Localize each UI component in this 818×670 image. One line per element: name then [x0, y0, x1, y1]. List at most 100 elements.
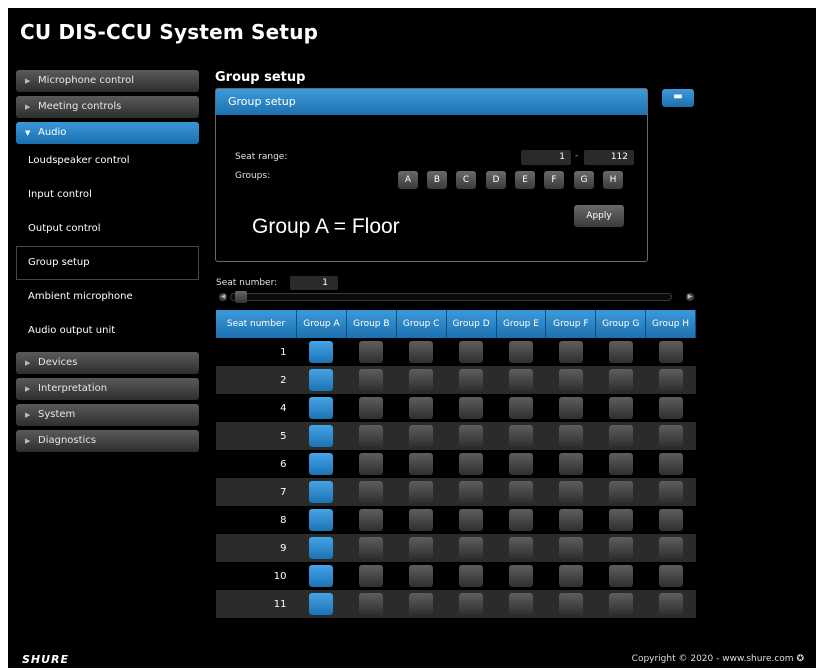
group-c-toggle[interactable]: [409, 537, 434, 559]
group-button-d[interactable]: D: [486, 171, 506, 189]
group-d-toggle[interactable]: [459, 593, 484, 615]
group-b-toggle[interactable]: [359, 537, 384, 559]
group-a-toggle[interactable]: [309, 537, 334, 559]
group-e-toggle[interactable]: [508, 369, 533, 391]
group-c-toggle[interactable]: [409, 341, 434, 363]
slider-right-icon[interactable]: ▶: [686, 293, 694, 301]
group-f-toggle[interactable]: [558, 565, 583, 587]
nav-item-devices[interactable]: ▶ Devices: [16, 352, 199, 374]
group-f-toggle[interactable]: [558, 369, 583, 391]
group-f-toggle[interactable]: [558, 453, 583, 475]
group-button-f[interactable]: F: [544, 171, 564, 189]
group-c-toggle[interactable]: [409, 453, 434, 475]
nav-item-meeting-controls[interactable]: ▶ Meeting controls: [16, 96, 199, 118]
group-c-toggle[interactable]: [409, 593, 434, 615]
group-f-toggle[interactable]: [558, 593, 583, 615]
group-c-toggle[interactable]: [409, 397, 434, 419]
group-b-toggle[interactable]: [359, 425, 384, 447]
group-b-toggle[interactable]: [359, 509, 384, 531]
group-c-toggle[interactable]: [409, 509, 434, 531]
nav-item-audio[interactable]: ▼ Audio: [16, 122, 199, 144]
nav-item-diagnostics[interactable]: ▶ Diagnostics: [16, 430, 199, 452]
group-d-toggle[interactable]: [459, 397, 484, 419]
group-g-toggle[interactable]: [608, 509, 633, 531]
group-g-toggle[interactable]: [608, 593, 633, 615]
group-button-g[interactable]: G: [574, 171, 594, 189]
group-c-toggle[interactable]: [409, 425, 434, 447]
collapse-button[interactable]: ▬: [662, 89, 694, 107]
nav-item-microphone-control[interactable]: ▶ Microphone control: [16, 70, 199, 92]
group-e-toggle[interactable]: [508, 565, 533, 587]
settings-icon[interactable]: ✪: [796, 654, 804, 664]
group-a-toggle[interactable]: [309, 593, 334, 615]
group-d-toggle[interactable]: [459, 369, 484, 391]
group-a-toggle[interactable]: [309, 481, 334, 503]
group-d-toggle[interactable]: [459, 481, 484, 503]
seat-number-input[interactable]: 1: [290, 276, 338, 290]
group-button-h[interactable]: H: [603, 171, 623, 189]
group-d-toggle[interactable]: [459, 425, 484, 447]
slider-left-icon[interactable]: ◀: [219, 293, 227, 301]
group-h-toggle[interactable]: [658, 369, 683, 391]
group-h-toggle[interactable]: [658, 593, 683, 615]
group-a-toggle[interactable]: [309, 341, 334, 363]
group-g-toggle[interactable]: [608, 397, 633, 419]
group-h-toggle[interactable]: [658, 509, 683, 531]
group-h-toggle[interactable]: [658, 565, 683, 587]
group-d-toggle[interactable]: [459, 509, 484, 531]
group-e-toggle[interactable]: [508, 509, 533, 531]
group-f-toggle[interactable]: [558, 509, 583, 531]
group-d-toggle[interactable]: [459, 341, 484, 363]
group-button-a[interactable]: A: [398, 171, 418, 189]
group-g-toggle[interactable]: [608, 369, 633, 391]
nav-item-interpretation[interactable]: ▶ Interpretation: [16, 378, 199, 400]
seat-slider-thumb[interactable]: [235, 291, 247, 303]
group-e-toggle[interactable]: [508, 397, 533, 419]
group-g-toggle[interactable]: [608, 341, 633, 363]
seat-range-to-input[interactable]: 112: [584, 150, 634, 165]
group-a-toggle[interactable]: [309, 397, 334, 419]
group-g-toggle[interactable]: [608, 453, 633, 475]
group-button-e[interactable]: E: [515, 171, 535, 189]
subitem-input-control[interactable]: Input control: [16, 178, 199, 212]
group-f-toggle[interactable]: [558, 537, 583, 559]
group-b-toggle[interactable]: [359, 397, 384, 419]
group-c-toggle[interactable]: [409, 369, 434, 391]
group-e-toggle[interactable]: [508, 537, 533, 559]
group-c-toggle[interactable]: [409, 565, 434, 587]
subitem-ambient-microphone[interactable]: Ambient microphone: [16, 280, 199, 314]
group-f-toggle[interactable]: [558, 397, 583, 419]
group-h-toggle[interactable]: [658, 341, 683, 363]
group-b-toggle[interactable]: [359, 369, 384, 391]
subitem-output-control[interactable]: Output control: [16, 212, 199, 246]
group-a-toggle[interactable]: [309, 369, 334, 391]
group-h-toggle[interactable]: [658, 425, 683, 447]
group-e-toggle[interactable]: [508, 481, 533, 503]
apply-button[interactable]: Apply: [574, 205, 624, 227]
group-b-toggle[interactable]: [359, 453, 384, 475]
group-button-c[interactable]: C: [456, 171, 476, 189]
group-h-toggle[interactable]: [658, 397, 683, 419]
group-b-toggle[interactable]: [359, 565, 384, 587]
group-f-toggle[interactable]: [558, 425, 583, 447]
group-a-toggle[interactable]: [309, 453, 334, 475]
group-f-toggle[interactable]: [558, 341, 583, 363]
group-g-toggle[interactable]: [608, 537, 633, 559]
seat-range-from-input[interactable]: 1: [521, 150, 571, 165]
group-button-b[interactable]: B: [427, 171, 447, 189]
group-e-toggle[interactable]: [508, 341, 533, 363]
group-e-toggle[interactable]: [508, 453, 533, 475]
group-a-toggle[interactable]: [309, 565, 334, 587]
subitem-audio-output-unit[interactable]: Audio output unit: [16, 314, 199, 348]
group-a-toggle[interactable]: [309, 509, 334, 531]
group-b-toggle[interactable]: [359, 593, 384, 615]
group-h-toggle[interactable]: [658, 537, 683, 559]
group-g-toggle[interactable]: [608, 481, 633, 503]
subitem-loudspeaker-control[interactable]: Loudspeaker control: [16, 144, 199, 178]
group-c-toggle[interactable]: [409, 481, 434, 503]
subitem-group-setup[interactable]: Group setup: [16, 246, 199, 280]
group-e-toggle[interactable]: [508, 593, 533, 615]
group-b-toggle[interactable]: [359, 481, 384, 503]
group-d-toggle[interactable]: [459, 537, 484, 559]
seat-slider-track[interactable]: [230, 293, 672, 301]
